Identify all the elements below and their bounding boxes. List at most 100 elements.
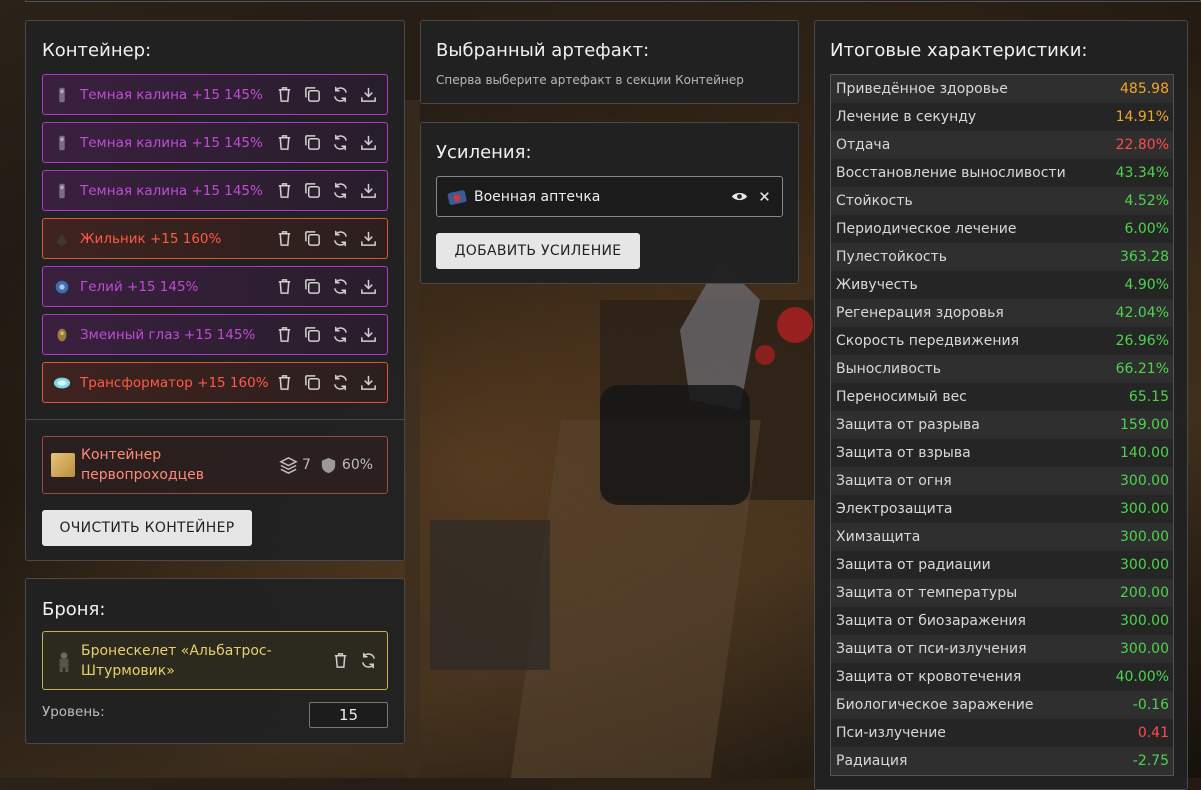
- container-title: Контейнер:: [42, 40, 152, 61]
- refresh-icon[interactable]: [331, 277, 350, 296]
- stat-label: Защита от пси-излучения: [836, 641, 1027, 657]
- armor-name: Бронескелет «Альбатрос-Штурмовик»: [81, 642, 272, 679]
- stat-row: Восстановление выносливости 43.34%: [831, 159, 1173, 187]
- container-icon: [51, 453, 75, 477]
- download-icon[interactable]: [359, 325, 378, 344]
- stat-row: Защита от огня 300.00: [831, 467, 1173, 495]
- kalina-artifact-icon: [52, 181, 72, 201]
- download-icon[interactable]: [359, 373, 378, 392]
- artifact-slot[interactable]: Змеиный глаз +15 145%: [42, 314, 388, 355]
- level-input[interactable]: 15: [309, 702, 388, 728]
- artifact-name: Змеиный глаз +15 145%: [80, 326, 256, 343]
- stats-table: Приведённое здоровье 485.98 Лечение в секу…: [830, 74, 1174, 776]
- stat-value: 363.28: [1120, 249, 1169, 265]
- container-card[interactable]: Контейнер первопроходцев 7 60%: [42, 436, 388, 494]
- stat-value: 200.00: [1120, 585, 1169, 601]
- kalina-artifact-icon: [52, 133, 72, 153]
- copy-icon[interactable]: [303, 277, 322, 296]
- stat-value: 66.21%: [1115, 361, 1169, 377]
- trash-icon[interactable]: [275, 133, 294, 152]
- eye-icon[interactable]: [730, 187, 749, 206]
- trash-icon[interactable]: [331, 651, 350, 670]
- stat-label: Защита от радиации: [836, 557, 991, 573]
- stat-label: Защита от огня: [836, 473, 952, 489]
- refresh-icon[interactable]: [331, 181, 350, 200]
- copy-icon[interactable]: [303, 229, 322, 248]
- selected-title: Выбранный артефакт:: [436, 40, 650, 61]
- trash-icon[interactable]: [275, 85, 294, 104]
- copy-icon[interactable]: [303, 373, 322, 392]
- artifact-slot[interactable]: Трансформатор +15 160%: [42, 362, 388, 403]
- download-icon[interactable]: [359, 277, 378, 296]
- stat-value: 300.00: [1120, 473, 1169, 489]
- armor-title: Броня:: [42, 599, 106, 620]
- download-icon[interactable]: [359, 181, 378, 200]
- stat-label: Переносимый вес: [836, 389, 967, 405]
- boost-item[interactable]: Военная аптечка: [436, 176, 783, 217]
- stat-row: Скорость передвижения 26.96%: [831, 327, 1173, 355]
- stat-label: Стойкость: [836, 193, 913, 209]
- container-slots-stat: 7: [279, 456, 311, 475]
- armor-card[interactable]: Бронескелет «Альбатрос-Штурмовик»: [42, 631, 388, 690]
- stat-row: Защита от пси-излучения 300.00: [831, 635, 1173, 663]
- artifact-name: Гелий +15 145%: [80, 278, 199, 295]
- stat-label: Лечение в секунду: [836, 109, 977, 125]
- copy-icon[interactable]: [303, 85, 322, 104]
- stat-row: Пулестойкость 363.28: [831, 243, 1173, 271]
- stat-label: Восстановление выносливости: [836, 165, 1066, 181]
- trash-icon[interactable]: [275, 229, 294, 248]
- download-icon[interactable]: [359, 133, 378, 152]
- snake-eye-artifact-icon: [52, 325, 72, 345]
- clear-container-button[interactable]: ОЧИСТИТЬ КОНТЕЙНЕР: [42, 510, 252, 546]
- stat-value: -2.75: [1132, 753, 1169, 769]
- stat-row: Электрозащита 300.00: [831, 495, 1173, 523]
- medkit-icon: [447, 189, 467, 205]
- trash-icon[interactable]: [275, 373, 294, 392]
- stat-value: 26.96%: [1115, 333, 1169, 349]
- stat-row: Защита от радиации 300.00: [831, 551, 1173, 579]
- stats-title: Итоговые характеристики:: [830, 40, 1088, 61]
- close-icon[interactable]: [755, 187, 774, 206]
- artifact-slot[interactable]: Гелий +15 145%: [42, 266, 388, 307]
- stat-label: Скорость передвижения: [836, 333, 1019, 349]
- artifact-name: Темная калина +15 145%: [80, 134, 263, 151]
- stat-value: 140.00: [1120, 445, 1169, 461]
- artifact-slot[interactable]: Жильник +15 160%: [42, 218, 388, 259]
- stat-label: Радиация: [836, 753, 908, 769]
- artifact-slot[interactable]: Темная калина +15 145%: [42, 170, 388, 211]
- download-icon[interactable]: [359, 229, 378, 248]
- refresh-icon[interactable]: [331, 325, 350, 344]
- artifact-slot[interactable]: Темная калина +15 145%: [42, 122, 388, 163]
- refresh-icon[interactable]: [359, 651, 378, 670]
- refresh-icon[interactable]: [331, 229, 350, 248]
- stat-label: Защита от разрыва: [836, 417, 980, 433]
- trash-icon[interactable]: [275, 325, 294, 344]
- refresh-icon[interactable]: [331, 133, 350, 152]
- boost-name: Военная аптечка: [474, 188, 601, 205]
- stat-row: Защита от биозаражения 300.00: [831, 607, 1173, 635]
- container-divider: [26, 419, 404, 420]
- stat-value: 485.98: [1120, 81, 1169, 97]
- stat-label: Защита от взрыва: [836, 445, 971, 461]
- copy-icon[interactable]: [303, 325, 322, 344]
- refresh-icon[interactable]: [331, 85, 350, 104]
- stat-value: -0.16: [1132, 697, 1169, 713]
- trash-icon[interactable]: [275, 181, 294, 200]
- exoskeleton-icon: [59, 651, 69, 672]
- copy-icon[interactable]: [303, 181, 322, 200]
- add-boost-button[interactable]: ДОБАВИТЬ УСИЛЕНИЕ: [436, 233, 640, 269]
- armor-panel: Броня: Бронескелет «Альбатрос-Штурмовик»…: [25, 578, 405, 744]
- stat-value: 65.15: [1128, 389, 1169, 405]
- artifact-slot[interactable]: Темная калина +15 145%: [42, 74, 388, 115]
- stat-value: 300.00: [1120, 529, 1169, 545]
- stat-row: Стойкость 4.52%: [831, 187, 1173, 215]
- download-icon[interactable]: [359, 85, 378, 104]
- refresh-icon[interactable]: [331, 373, 350, 392]
- stat-value: 14.91%: [1115, 109, 1169, 125]
- stat-value: 300.00: [1120, 557, 1169, 573]
- boosts-panel: Усиления: Военная аптечка ДОБАВИТЬ УСИЛЕ…: [420, 122, 799, 284]
- trash-icon[interactable]: [275, 277, 294, 296]
- container-protection-value: 60%: [341, 457, 374, 473]
- stat-value: 42.04%: [1115, 305, 1169, 321]
- copy-icon[interactable]: [303, 133, 322, 152]
